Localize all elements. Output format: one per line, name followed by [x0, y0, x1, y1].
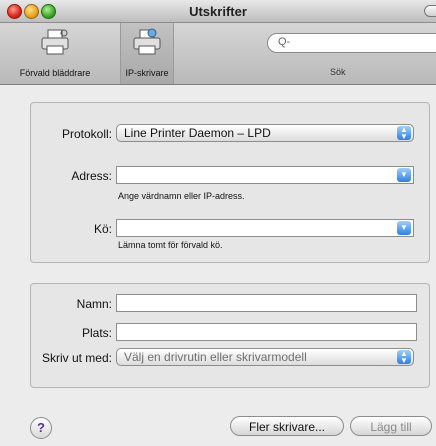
address-field[interactable]: ▼ — [116, 166, 414, 184]
default-browser-label: Förvald bläddrare — [19, 68, 91, 78]
combo-dropdown-icon[interactable]: ▼ — [397, 168, 411, 182]
popup-arrows-icon: ▲ ▼ — [397, 350, 411, 365]
search-label: Sök — [330, 67, 346, 77]
network-printer-icon — [133, 28, 161, 55]
name-label: Namn: — [76, 297, 112, 311]
popup-arrows-icon: ▲ ▼ — [397, 126, 411, 141]
magnifier-icon: Q- — [278, 36, 291, 48]
location-label: Plats: — [81, 326, 112, 340]
window-title: Utskrifter — [189, 4, 247, 19]
help-button[interactable]: ? — [30, 417, 52, 439]
search-input[interactable]: Q- — [267, 33, 436, 53]
default-browser-tab[interactable]: Förvald bläddrare — [0, 23, 110, 84]
name-field[interactable] — [116, 294, 417, 312]
more-printers-button[interactable]: Fler skrivare... — [230, 416, 344, 436]
address-hint: Ange värdnamn eller IP-adress. — [118, 191, 245, 201]
toolbar-toggle-button[interactable] — [424, 5, 436, 17]
ip-printer-label: IP-skrivare — [125, 68, 169, 78]
location-field[interactable] — [116, 323, 417, 341]
print-with-select[interactable]: Välj en drivrutin eller skrivarmodell ▲ ▼ — [116, 348, 414, 366]
print-with-value: Välj en drivrutin eller skrivarmodell — [124, 350, 307, 364]
queue-label: Kö: — [93, 222, 112, 236]
protocol-label: Protokoll: — [61, 127, 112, 141]
printer-browser-window: Utskrifter Förvald bläddrare IP-skrivare… — [0, 0, 436, 446]
protocol-value: Line Printer Daemon – LPD — [124, 126, 271, 140]
toolbar: Förvald bläddrare IP-skrivare Q- Sök — [0, 23, 436, 85]
address-label: Adress: — [71, 169, 112, 183]
combo-dropdown-icon[interactable]: ▼ — [397, 221, 411, 235]
title-bar: Utskrifter — [0, 0, 436, 23]
protocol-select[interactable]: Line Printer Daemon – LPD ▲ ▼ — [116, 124, 414, 142]
add-button[interactable]: Lägg till — [350, 416, 432, 436]
printer-icon — [41, 29, 69, 55]
print-with-label: Skriv ut med: — [41, 351, 112, 365]
queue-field[interactable]: ▼ — [116, 219, 414, 237]
ip-printer-tab[interactable]: IP-skrivare — [120, 23, 174, 84]
queue-hint: Lämna tomt för förvald kö. — [118, 240, 223, 250]
